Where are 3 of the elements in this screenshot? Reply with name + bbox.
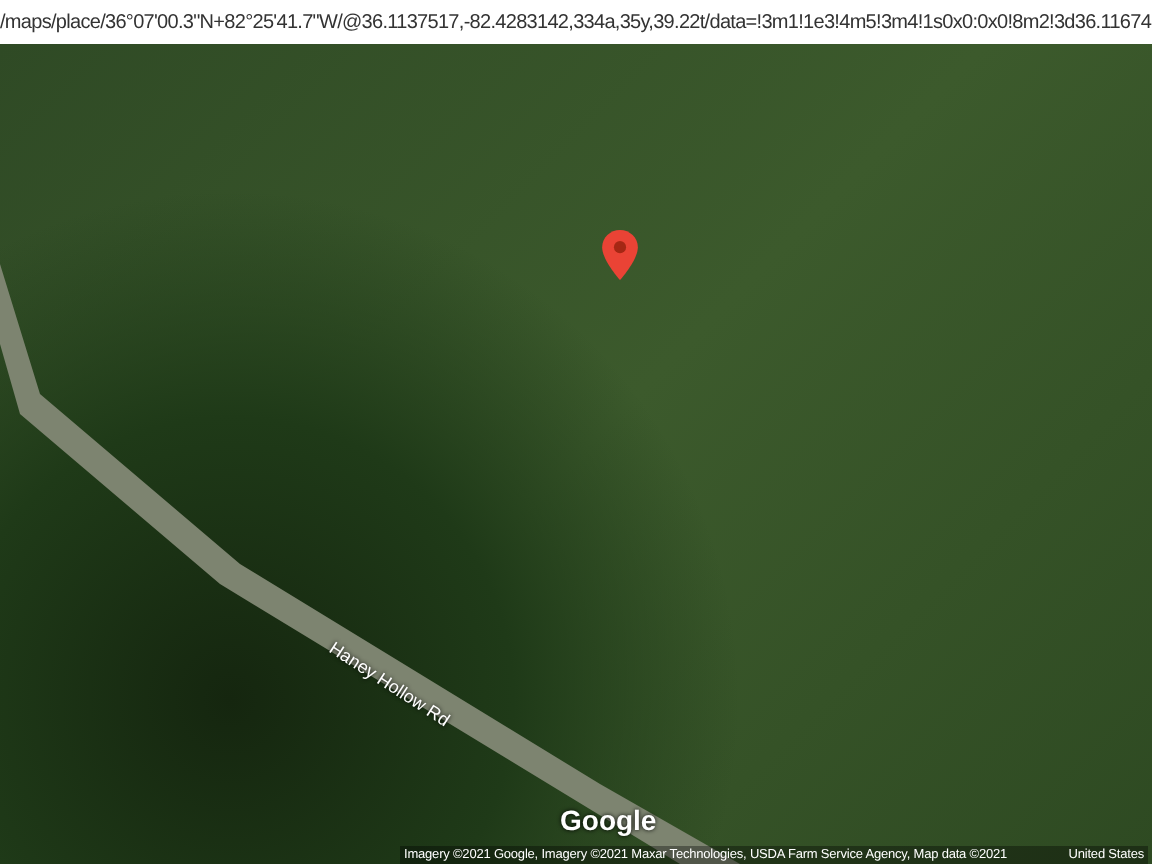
url-text: /maps/place/36°07'00.3"N+82°25'41.7"W/@36.1137517,-82.4283142,334a,35y,39.22t/data=!3m1!1e3!4m5!3m4!1s0x0:0x0!8m2!3d36.11674 [0, 11, 1152, 33]
google-logo: Google [560, 804, 657, 836]
map-pin-icon[interactable] [602, 230, 638, 280]
